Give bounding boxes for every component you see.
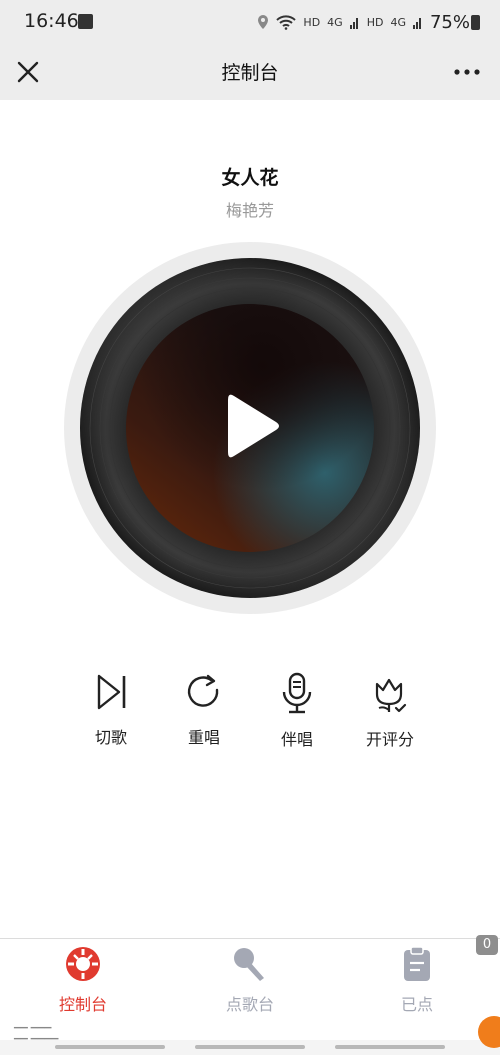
status-indicators: HD 4G HD 4G 75% [257, 10, 470, 34]
nav-handle[interactable] [335, 1045, 445, 1049]
flower-check-icon [375, 678, 407, 713]
signal-icon [412, 18, 421, 29]
wifi-icon [276, 15, 297, 30]
page-title: 控制台 [221, 62, 279, 84]
replay-icon [187, 674, 219, 707]
start-scoring-label: 开评分 [365, 730, 414, 749]
replay-label: 重唱 [187, 728, 220, 747]
skip-next-icon [97, 674, 126, 710]
navigation-bar [0, 1040, 500, 1055]
tab-console[interactable]: 控制台 [13, 945, 153, 1015]
status-bar: 16:46 HD 4G HD 4G 75% [0, 0, 500, 44]
tab-song-request-label: 点歌台 [225, 995, 274, 1014]
more-options-button[interactable] [452, 64, 482, 80]
signal-label-1: 4G [327, 15, 343, 29]
accompaniment-button[interactable]: 伴唱 [252, 672, 342, 750]
accompaniment-label: 伴唱 [280, 730, 313, 749]
tab-requested[interactable]: 已点 [347, 945, 487, 1015]
skip-song-label: 切歌 [94, 728, 127, 747]
signal-icon [349, 18, 358, 29]
mic-request-icon [234, 948, 264, 981]
tab-requested-label: 已点 [400, 995, 433, 1014]
start-scoring-button[interactable]: 开评分 [345, 672, 435, 750]
requested-count-badge: 0 [476, 935, 498, 955]
skip-song-button[interactable]: 切歌 [66, 672, 156, 748]
battery-icon [471, 15, 480, 30]
hd-label-1: HD [303, 15, 321, 29]
watermark: ▁▁ ▁▁▁ ▁▁ ▁▁▁▁ [14, 1019, 59, 1040]
title-bar: 控制台 [0, 44, 500, 100]
tab-song-request[interactable]: 点歌台 [180, 945, 320, 1015]
location-icon [258, 15, 269, 29]
nav-handle[interactable] [55, 1045, 165, 1049]
battery-level: 75% [429, 11, 470, 33]
song-artist: 梅艳芳 [225, 201, 274, 220]
gallery-icon [78, 14, 93, 29]
hd-label-2: HD [366, 15, 384, 29]
replay-button[interactable]: 重唱 [159, 672, 249, 748]
bottom-tab-bar: 控制台 点歌台 已点 [0, 938, 500, 1016]
signal-label-2: 4G [390, 15, 406, 29]
status-time: 16:46 [24, 10, 79, 32]
clipboard-icon [404, 946, 430, 981]
playback-controls: 切歌 重唱 伴唱 开评分 [70, 672, 430, 752]
song-title: 女人花 [221, 167, 279, 189]
microphone-icon [282, 672, 312, 714]
console-icon [66, 947, 100, 981]
play-button[interactable] [220, 388, 284, 464]
nav-handle[interactable] [195, 1045, 305, 1049]
tab-console-label: 控制台 [58, 995, 107, 1014]
